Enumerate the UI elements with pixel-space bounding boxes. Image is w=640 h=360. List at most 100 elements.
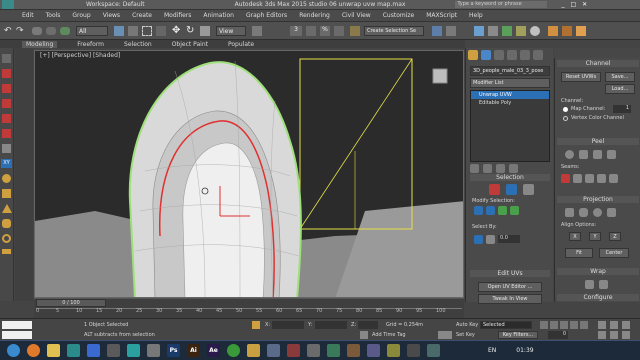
object-name-field[interactable]: 3D_people_male_03_3_pose (470, 66, 550, 76)
create-tab-icon[interactable] (468, 50, 478, 60)
tab-freeform[interactable]: Freeform (77, 41, 104, 48)
selected-dropdown[interactable]: Selected (480, 321, 532, 329)
play-icon[interactable] (560, 321, 568, 329)
align-y-button[interactable]: Y (589, 232, 601, 241)
perspective-viewport[interactable] (34, 50, 464, 298)
add-time-tag[interactable]: Add Time Tag (372, 332, 406, 338)
remove-modifier-icon[interactable] (509, 164, 518, 173)
select-move-icon[interactable]: ✥ (172, 25, 184, 37)
reset-uvws-button[interactable]: Reset UVWs (561, 72, 601, 82)
maxscript-listener-icon[interactable] (2, 321, 32, 329)
rect-selection-icon[interactable] (142, 26, 152, 36)
peel-rollout-title[interactable]: Peel (557, 138, 639, 145)
file-explorer-icon[interactable] (47, 344, 60, 357)
menu-graph-editors[interactable]: Graph Editors (246, 12, 287, 19)
show-end-result-icon[interactable] (483, 164, 492, 173)
minimize-button[interactable]: _ (561, 1, 564, 8)
after-effects-icon[interactable]: Ae (207, 344, 220, 357)
add-time-tag-icon[interactable] (360, 331, 368, 339)
key-filters-button[interactable]: Key Filters... (498, 331, 538, 339)
cylindrical-map-icon[interactable] (579, 208, 588, 217)
clock[interactable]: 01:39 (516, 347, 533, 354)
menu-tools[interactable]: Tools (46, 12, 61, 19)
layer-manager-icon[interactable] (474, 26, 484, 36)
start-button-icon[interactable] (7, 344, 20, 357)
display-tab-icon[interactable] (520, 50, 530, 60)
unlink-icon[interactable] (46, 27, 56, 35)
select-by-name-icon[interactable] (128, 26, 138, 36)
walk-through-icon[interactable] (610, 331, 618, 339)
app-icon-2[interactable] (267, 344, 280, 357)
save-button[interactable]: Save... (605, 72, 635, 82)
loop-selection-icon[interactable] (498, 206, 507, 215)
go-to-start-icon[interactable] (540, 321, 548, 329)
next-frame-icon[interactable] (570, 321, 578, 329)
modify-tab-icon[interactable] (481, 50, 491, 60)
app-icon-8[interactable] (387, 344, 400, 357)
redo-icon[interactable]: ↷ (16, 26, 26, 36)
menu-help[interactable]: Help (469, 12, 483, 19)
snaps-toggle-icon[interactable]: 3 (290, 26, 302, 36)
app-logo-icon[interactable] (2, 0, 14, 9)
tweak-in-view-button[interactable]: Tweak In View (478, 294, 542, 304)
vertex-mode-icon[interactable] (488, 184, 500, 195)
plane-icon[interactable] (2, 249, 11, 254)
sphere-icon[interactable] (2, 174, 11, 183)
mudbox-icon[interactable] (107, 344, 120, 357)
projection-rollout-title[interactable]: Projection (557, 196, 639, 203)
xy-constraint-icon[interactable]: XY (1, 159, 12, 168)
app-icon-7[interactable] (367, 344, 380, 357)
previous-frame-icon[interactable] (550, 321, 558, 329)
illustrator-icon[interactable]: Ai (187, 344, 200, 357)
bind-space-warp-icon[interactable] (60, 27, 70, 35)
cylinder-icon[interactable] (2, 219, 11, 228)
spinner-snap-icon[interactable] (334, 26, 344, 36)
lasso-tool-icon[interactable] (2, 84, 11, 93)
select-tool-icon[interactable] (2, 69, 11, 78)
select-scale-icon[interactable] (200, 26, 210, 36)
tab-populate[interactable]: Populate (228, 41, 254, 48)
workspace-dropdown[interactable]: Workspace: Default (86, 1, 145, 8)
make-unique-icon[interactable] (496, 164, 505, 173)
menu-create[interactable]: Create (132, 12, 152, 19)
maxscript-output-field[interactable] (2, 331, 32, 339)
pivot-center-icon[interactable] (252, 26, 262, 36)
edge-sel-to-seam-icon[interactable] (585, 174, 594, 183)
app-icon-9[interactable] (407, 344, 420, 357)
vertex-color-channel-radio[interactable] (563, 116, 568, 121)
app-icon-5[interactable] (327, 344, 340, 357)
center-button[interactable]: Center (599, 248, 629, 258)
menu-maxscript[interactable]: MAXScript (426, 12, 457, 19)
maximize-button[interactable]: □ (570, 1, 576, 8)
peel-mode-icon[interactable] (593, 150, 602, 159)
time-slider[interactable]: 0 / 100 (36, 299, 106, 307)
paint-tool-icon[interactable] (2, 99, 11, 108)
modifier-list-dropdown[interactable]: Modifier List (470, 78, 550, 88)
stack-item-unwrap-uvw[interactable]: Unwrap UVW (471, 91, 549, 99)
menu-modifiers[interactable]: Modifiers (164, 12, 191, 19)
torus-icon[interactable] (2, 234, 11, 243)
align-icon[interactable] (446, 26, 456, 36)
viewport-label[interactable]: [+] [Perspective] [Shaded] (40, 52, 120, 59)
pan-icon[interactable] (610, 321, 618, 329)
point-to-point-seam-icon[interactable] (573, 174, 582, 183)
polygon-mode-icon[interactable] (522, 184, 534, 195)
window-crossing-icon[interactable] (156, 26, 166, 36)
x-coordinate-field[interactable] (272, 321, 304, 329)
viewcube-icon[interactable] (430, 66, 450, 86)
select-by-planar-icon[interactable] (486, 234, 495, 244)
y-coordinate-field[interactable] (315, 321, 347, 329)
menu-civil-view[interactable]: Civil View (342, 12, 371, 19)
select-by-element-icon[interactable] (474, 234, 483, 244)
axis-constraints-icon[interactable] (2, 144, 11, 153)
ring-selection-icon[interactable] (510, 206, 519, 215)
app-icon[interactable] (147, 344, 160, 357)
rendered-frame-window-icon[interactable] (562, 26, 572, 36)
go-to-end-icon[interactable] (580, 321, 588, 329)
seam-options-icon[interactable] (609, 174, 618, 183)
render-setup-icon[interactable] (548, 26, 558, 36)
configure-rollout-title[interactable]: Configure (557, 294, 639, 301)
maya-icon[interactable] (127, 344, 140, 357)
channel-rollout-title[interactable]: Channel (557, 60, 639, 67)
mirror-icon[interactable] (432, 26, 442, 36)
